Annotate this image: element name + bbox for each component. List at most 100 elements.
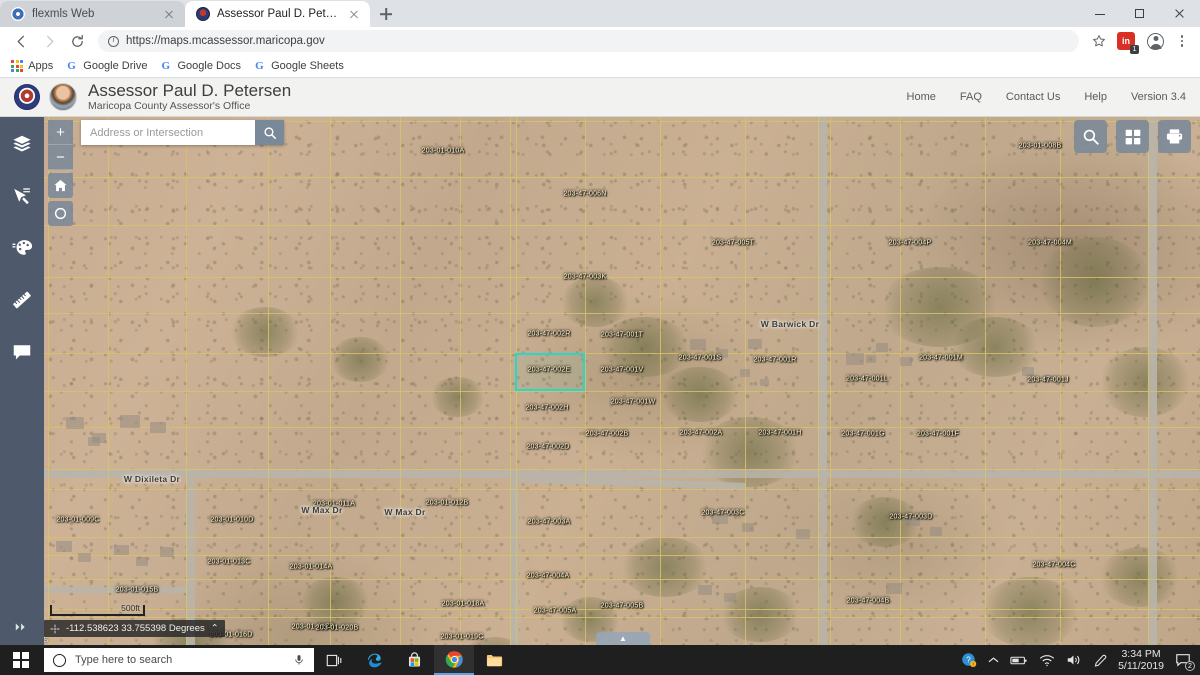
nav-item-home[interactable]: Home bbox=[907, 91, 936, 103]
parcel-apn-label[interactable]: 203-47-004A bbox=[527, 573, 570, 580]
new-tab-button[interactable] bbox=[372, 1, 400, 27]
parcel-apn-label[interactable]: 203-01-008B bbox=[1019, 143, 1062, 150]
help-badge-icon[interactable]: ?! bbox=[961, 652, 977, 668]
parcel-apn-label[interactable]: 203-01-012B bbox=[426, 500, 469, 507]
battery-icon[interactable] bbox=[1010, 655, 1028, 666]
parcel-apn-label[interactable]: 203-47-004M bbox=[1028, 240, 1072, 247]
parcel-apn-label[interactable]: 203-01-009C bbox=[56, 517, 99, 524]
action-center-icon[interactable]: 2 bbox=[1175, 652, 1195, 671]
browser-tab-assessor[interactable]: Assessor Paul D. Petersen bbox=[185, 1, 370, 27]
profile-avatar-icon[interactable] bbox=[1147, 32, 1164, 50]
ruler-icon[interactable] bbox=[9, 287, 35, 313]
nav-item-help[interactable]: Help bbox=[1084, 91, 1107, 103]
chrome-menu-icon[interactable] bbox=[1172, 35, 1192, 47]
minimize-icon[interactable] bbox=[1080, 0, 1120, 27]
bookmark-google-drive[interactable]: G Google Drive bbox=[67, 60, 147, 72]
parcel-apn-label[interactable]: 203-01-015B bbox=[116, 587, 159, 594]
volume-icon[interactable] bbox=[1066, 653, 1082, 667]
search-tool-icon[interactable] bbox=[1074, 120, 1107, 153]
parcel-apn-label[interactable]: 203-47-002A bbox=[680, 430, 723, 437]
parcel-apn-label[interactable]: 203-01-018A bbox=[442, 601, 485, 608]
bookmark-star-icon[interactable] bbox=[1087, 29, 1111, 53]
parcel-apn-label[interactable]: 203-47-003A bbox=[528, 519, 571, 526]
start-button[interactable] bbox=[0, 645, 42, 675]
maximize-icon[interactable] bbox=[1120, 0, 1160, 27]
clock[interactable]: 3:34 PM 5/11/2019 bbox=[1118, 648, 1164, 672]
parcel-apn-label[interactable]: 203-01-010A bbox=[422, 148, 465, 155]
parcel-apn-label[interactable]: 203-47-003C bbox=[701, 510, 744, 517]
parcel-apn-label[interactable]: 203-47-004B bbox=[847, 598, 890, 605]
back-icon[interactable] bbox=[8, 28, 34, 54]
coordinate-expand-icon[interactable]: ⌃ bbox=[211, 623, 219, 634]
parcel-apn-label[interactable]: 203-47-003K bbox=[564, 274, 607, 281]
comment-icon[interactable] bbox=[9, 339, 35, 365]
show-hidden-icons-chevron-icon[interactable] bbox=[988, 656, 999, 664]
parcel-apn-label[interactable]: 203-47-002E bbox=[528, 367, 571, 374]
bookmark-google-docs[interactable]: G Google Docs bbox=[161, 60, 241, 72]
zoom-in-button[interactable]: + bbox=[48, 120, 73, 145]
parcel-apn-label[interactable]: 203-47-001V bbox=[601, 367, 644, 374]
parcel-apn-label[interactable]: 203-01-010D bbox=[210, 517, 253, 524]
parcel-apn-label[interactable]: 203-47-005B bbox=[601, 603, 644, 610]
chrome-icon[interactable] bbox=[434, 645, 474, 675]
my-location-button[interactable] bbox=[48, 201, 73, 226]
parcel-apn-label[interactable]: 203-01-020B bbox=[316, 625, 359, 632]
bookmark-google-sheets[interactable]: G Google Sheets bbox=[255, 60, 344, 72]
basemap-palette-icon[interactable] bbox=[9, 235, 35, 261]
parcel-apn-label[interactable]: 203-47-002H bbox=[525, 405, 568, 412]
bookmark-apps[interactable]: Apps bbox=[11, 59, 53, 73]
parcel-apn-label[interactable]: 203-47-002R bbox=[527, 331, 570, 338]
reload-icon[interactable] bbox=[64, 28, 90, 54]
edge-icon[interactable] bbox=[354, 645, 394, 675]
linkedin-extension-icon[interactable]: in 1 bbox=[1117, 32, 1139, 54]
task-view-icon[interactable] bbox=[314, 645, 354, 675]
map-canvas[interactable]: 203-01-010A 203-01-008B 203-47-006N 203-47-… bbox=[0, 117, 1200, 645]
taskbar-search-box[interactable]: Type here to search bbox=[44, 648, 314, 672]
parcel-apn-label[interactable]: 203-47-001S bbox=[679, 355, 722, 362]
pen-icon[interactable] bbox=[1093, 653, 1107, 668]
close-icon[interactable] bbox=[1160, 0, 1200, 27]
parcel-apn-label[interactable]: 203-47-001M bbox=[919, 355, 963, 362]
nav-item-faq[interactable]: FAQ bbox=[960, 91, 982, 103]
parcel-apn-label[interactable]: 203-47-001W bbox=[611, 399, 656, 406]
zoom-out-button[interactable]: − bbox=[48, 145, 73, 170]
printer-tool-icon[interactable] bbox=[1158, 120, 1191, 153]
parcel-apn-label[interactable]: 203-47-002B bbox=[586, 431, 629, 438]
grid-tool-icon[interactable] bbox=[1116, 120, 1149, 153]
parcel-apn-label[interactable]: 203-47-003D bbox=[889, 514, 932, 521]
parcel-apn-label[interactable]: 203-47-001J bbox=[1027, 377, 1069, 384]
site-info-icon[interactable] bbox=[108, 35, 119, 47]
parcel-apn-label[interactable]: 203-47-001F bbox=[917, 431, 959, 438]
file-explorer-icon[interactable] bbox=[474, 645, 514, 675]
parcel-apn-label[interactable]: 203-47-001T bbox=[601, 332, 643, 339]
nav-item-contact-us[interactable]: Contact Us bbox=[1006, 91, 1060, 103]
map-search-box[interactable] bbox=[81, 120, 284, 145]
parcel-apn-label[interactable]: 203-47-004C bbox=[1032, 562, 1075, 569]
home-extent-button[interactable] bbox=[48, 173, 73, 198]
microsoft-store-icon[interactable] bbox=[394, 645, 434, 675]
parcel-apn-label[interactable]: 203-47-005A bbox=[534, 608, 577, 615]
parcel-apn-label[interactable]: 203-47-001R bbox=[753, 357, 796, 364]
search-input[interactable] bbox=[81, 120, 255, 145]
microphone-icon[interactable] bbox=[293, 654, 305, 666]
select-pointer-icon[interactable] bbox=[9, 183, 35, 209]
close-icon[interactable] bbox=[161, 6, 177, 22]
parcel-apn-label[interactable]: 203-01-019C bbox=[440, 634, 483, 641]
parcel-apn-label[interactable]: 203-01-013C bbox=[207, 559, 250, 566]
parcel-apn-label[interactable]: 203-47-004P bbox=[889, 240, 932, 247]
parcel-apn-label[interactable]: 203-47-002D bbox=[526, 444, 569, 451]
sidebar-expand-button[interactable] bbox=[0, 617, 44, 637]
parcel-apn-label[interactable]: 203-47-001G bbox=[841, 431, 884, 438]
address-bar[interactable]: https://maps.mcassessor.maricopa.gov bbox=[98, 30, 1079, 52]
layers-icon[interactable] bbox=[9, 131, 35, 157]
bottom-panel-handle[interactable]: ▲ bbox=[596, 632, 650, 645]
parcel-apn-label[interactable]: 203-47-001L bbox=[846, 376, 888, 383]
parcel-apn-label[interactable]: 203-47-006N bbox=[563, 191, 606, 198]
parcel-apn-label[interactable]: 203-47-005T bbox=[712, 240, 754, 247]
browser-tab-flexmls[interactable]: flexmls Web bbox=[0, 1, 185, 27]
wifi-icon[interactable] bbox=[1039, 654, 1055, 667]
search-icon[interactable] bbox=[255, 120, 284, 145]
parcel-apn-label[interactable]: 203-47-001H bbox=[758, 430, 801, 437]
close-icon[interactable] bbox=[346, 6, 362, 22]
parcel-apn-label[interactable]: 203-01-014A bbox=[290, 564, 333, 571]
